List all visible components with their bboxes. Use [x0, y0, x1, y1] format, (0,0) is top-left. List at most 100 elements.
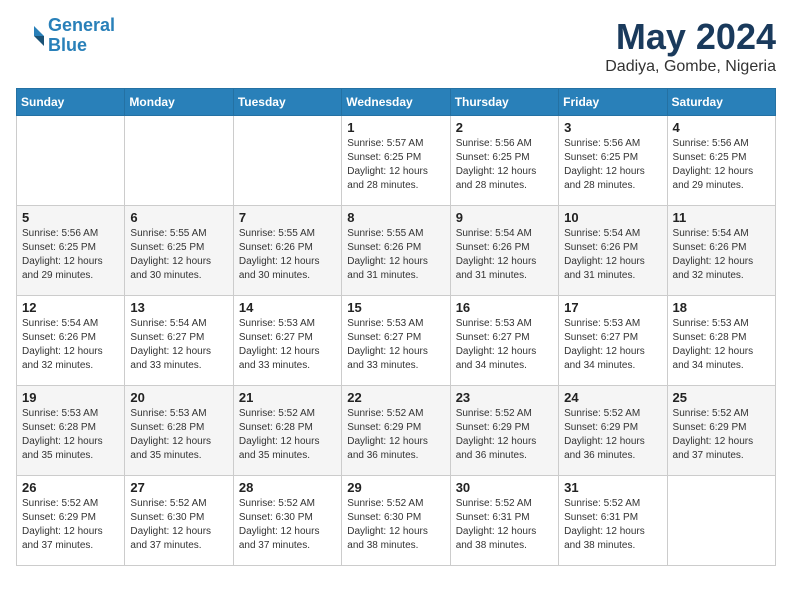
day-info: Sunrise: 5:52 AM Sunset: 6:30 PM Dayligh…: [347, 497, 444, 553]
calendar-cell: 8 Sunrise: 5:55 AM Sunset: 6:26 PM Daylig…: [342, 206, 450, 296]
day-number: 22: [347, 390, 444, 405]
calendar-cell: [17, 116, 125, 206]
day-info: Sunrise: 5:57 AM Sunset: 6:25 PM Dayligh…: [347, 137, 444, 193]
month-title: May 2024: [605, 16, 776, 58]
weekday-header: Friday: [559, 89, 667, 116]
day-number: 1: [347, 120, 444, 135]
day-number: 24: [564, 390, 661, 405]
day-info: Sunrise: 5:52 AM Sunset: 6:31 PM Dayligh…: [456, 497, 553, 553]
logo: General Blue: [16, 16, 115, 56]
calendar-cell: 29 Sunrise: 5:52 AM Sunset: 6:30 PM Dayli…: [342, 476, 450, 566]
calendar-cell: 1 Sunrise: 5:57 AM Sunset: 6:25 PM Daylig…: [342, 116, 450, 206]
day-number: 30: [456, 480, 553, 495]
day-number: 10: [564, 210, 661, 225]
calendar-cell: 31 Sunrise: 5:52 AM Sunset: 6:31 PM Dayli…: [559, 476, 667, 566]
day-number: 14: [239, 300, 336, 315]
day-number: 25: [673, 390, 770, 405]
day-number: 20: [130, 390, 227, 405]
day-number: 9: [456, 210, 553, 225]
page-header: General Blue May 2024 Dadiya, Gombe, Nig…: [16, 16, 776, 76]
calendar-cell: [233, 116, 341, 206]
calendar-cell: [125, 116, 233, 206]
day-number: 31: [564, 480, 661, 495]
calendar-cell: 9 Sunrise: 5:54 AM Sunset: 6:26 PM Daylig…: [450, 206, 558, 296]
day-number: 17: [564, 300, 661, 315]
calendar-cell: 4Sunrise: 5:56 AM Sunset: 6:25 PM Daylig…: [667, 116, 775, 206]
day-info: Sunrise: 5:53 AM Sunset: 6:27 PM Dayligh…: [239, 317, 336, 373]
day-number: 21: [239, 390, 336, 405]
calendar-week-row: 1 Sunrise: 5:57 AM Sunset: 6:25 PM Daylig…: [17, 116, 776, 206]
calendar-cell: 13Sunrise: 5:54 AM Sunset: 6:27 PM Dayli…: [125, 296, 233, 386]
calendar-cell: 27 Sunrise: 5:52 AM Sunset: 6:30 PM Dayli…: [125, 476, 233, 566]
day-info: Sunrise: 5:55 AM Sunset: 6:26 PM Dayligh…: [347, 227, 444, 283]
weekday-header: Wednesday: [342, 89, 450, 116]
calendar-cell: 26 Sunrise: 5:52 AM Sunset: 6:29 PM Dayli…: [17, 476, 125, 566]
calendar-cell: 10 Sunrise: 5:54 AM Sunset: 6:26 PM Dayli…: [559, 206, 667, 296]
day-info: Sunrise: 5:53 AM Sunset: 6:27 PM Dayligh…: [564, 317, 661, 373]
day-number: 8: [347, 210, 444, 225]
calendar-cell: 11Sunrise: 5:54 AM Sunset: 6:26 PM Dayli…: [667, 206, 775, 296]
calendar-week-row: 26 Sunrise: 5:52 AM Sunset: 6:29 PM Dayli…: [17, 476, 776, 566]
weekday-header: Tuesday: [233, 89, 341, 116]
day-info: Sunrise: 5:54 AM Sunset: 6:26 PM Dayligh…: [22, 317, 119, 373]
day-number: 23: [456, 390, 553, 405]
day-info: Sunrise: 5:52 AM Sunset: 6:29 PM Dayligh…: [22, 497, 119, 553]
day-info: Sunrise: 5:52 AM Sunset: 6:28 PM Dayligh…: [239, 407, 336, 463]
day-number: 28: [239, 480, 336, 495]
logo-text: General Blue: [48, 16, 115, 56]
calendar-cell: 15 Sunrise: 5:53 AM Sunset: 6:27 PM Dayli…: [342, 296, 450, 386]
calendar-table: SundayMondayTuesdayWednesdayThursdayFrid…: [16, 88, 776, 566]
calendar-cell: 23 Sunrise: 5:52 AM Sunset: 6:29 PM Dayli…: [450, 386, 558, 476]
day-number: 18: [673, 300, 770, 315]
day-info: Sunrise: 5:52 AM Sunset: 6:30 PM Dayligh…: [130, 497, 227, 553]
day-info: Sunrise: 5:54 AM Sunset: 6:26 PM Dayligh…: [456, 227, 553, 283]
calendar-cell: 19Sunrise: 5:53 AM Sunset: 6:28 PM Dayli…: [17, 386, 125, 476]
day-number: 12: [22, 300, 119, 315]
day-number: 16: [456, 300, 553, 315]
day-number: 2: [456, 120, 553, 135]
calendar-cell: 16 Sunrise: 5:53 AM Sunset: 6:27 PM Dayli…: [450, 296, 558, 386]
calendar-cell: 14 Sunrise: 5:53 AM Sunset: 6:27 PM Dayli…: [233, 296, 341, 386]
day-info: Sunrise: 5:55 AM Sunset: 6:26 PM Dayligh…: [239, 227, 336, 283]
calendar-cell: 22Sunrise: 5:52 AM Sunset: 6:29 PM Dayli…: [342, 386, 450, 476]
calendar-cell: 18Sunrise: 5:53 AM Sunset: 6:28 PM Dayli…: [667, 296, 775, 386]
weekday-header: Sunday: [17, 89, 125, 116]
calendar-cell: 3Sunrise: 5:56 AM Sunset: 6:25 PM Daylig…: [559, 116, 667, 206]
day-info: Sunrise: 5:52 AM Sunset: 6:30 PM Dayligh…: [239, 497, 336, 553]
weekday-header: Monday: [125, 89, 233, 116]
day-number: 19: [22, 390, 119, 405]
day-info: Sunrise: 5:52 AM Sunset: 6:31 PM Dayligh…: [564, 497, 661, 553]
day-number: 15: [347, 300, 444, 315]
calendar-cell: 6Sunrise: 5:55 AM Sunset: 6:25 PM Daylig…: [125, 206, 233, 296]
day-number: 27: [130, 480, 227, 495]
day-info: Sunrise: 5:55 AM Sunset: 6:25 PM Dayligh…: [130, 227, 227, 283]
calendar-cell: 28 Sunrise: 5:52 AM Sunset: 6:30 PM Dayli…: [233, 476, 341, 566]
weekday-header: Thursday: [450, 89, 558, 116]
day-info: Sunrise: 5:56 AM Sunset: 6:25 PM Dayligh…: [456, 137, 553, 193]
day-info: Sunrise: 5:56 AM Sunset: 6:25 PM Dayligh…: [673, 137, 770, 193]
calendar-cell: 25Sunrise: 5:52 AM Sunset: 6:29 PM Dayli…: [667, 386, 775, 476]
title-block: May 2024 Dadiya, Gombe, Nigeria: [605, 16, 776, 76]
day-info: Sunrise: 5:52 AM Sunset: 6:29 PM Dayligh…: [564, 407, 661, 463]
weekday-header: Saturday: [667, 89, 775, 116]
day-number: 5: [22, 210, 119, 225]
location: Dadiya, Gombe, Nigeria: [605, 58, 776, 76]
calendar-cell: 12 Sunrise: 5:54 AM Sunset: 6:26 PM Dayli…: [17, 296, 125, 386]
calendar-cell: 7 Sunrise: 5:55 AM Sunset: 6:26 PM Daylig…: [233, 206, 341, 296]
day-info: Sunrise: 5:56 AM Sunset: 6:25 PM Dayligh…: [22, 227, 119, 283]
logo-icon: [16, 22, 44, 50]
day-number: 7: [239, 210, 336, 225]
day-number: 3: [564, 120, 661, 135]
calendar-cell: 5 Sunrise: 5:56 AM Sunset: 6:25 PM Daylig…: [17, 206, 125, 296]
day-number: 29: [347, 480, 444, 495]
calendar-week-row: 5 Sunrise: 5:56 AM Sunset: 6:25 PM Daylig…: [17, 206, 776, 296]
day-number: 26: [22, 480, 119, 495]
day-info: Sunrise: 5:54 AM Sunset: 6:26 PM Dayligh…: [564, 227, 661, 283]
logo-general: General: [48, 15, 115, 35]
day-info: Sunrise: 5:52 AM Sunset: 6:29 PM Dayligh…: [456, 407, 553, 463]
day-info: Sunrise: 5:53 AM Sunset: 6:27 PM Dayligh…: [347, 317, 444, 373]
day-info: Sunrise: 5:53 AM Sunset: 6:27 PM Dayligh…: [456, 317, 553, 373]
calendar-week-row: 12 Sunrise: 5:54 AM Sunset: 6:26 PM Dayli…: [17, 296, 776, 386]
calendar-cell: 24 Sunrise: 5:52 AM Sunset: 6:29 PM Dayli…: [559, 386, 667, 476]
weekday-header-row: SundayMondayTuesdayWednesdayThursdayFrid…: [17, 89, 776, 116]
